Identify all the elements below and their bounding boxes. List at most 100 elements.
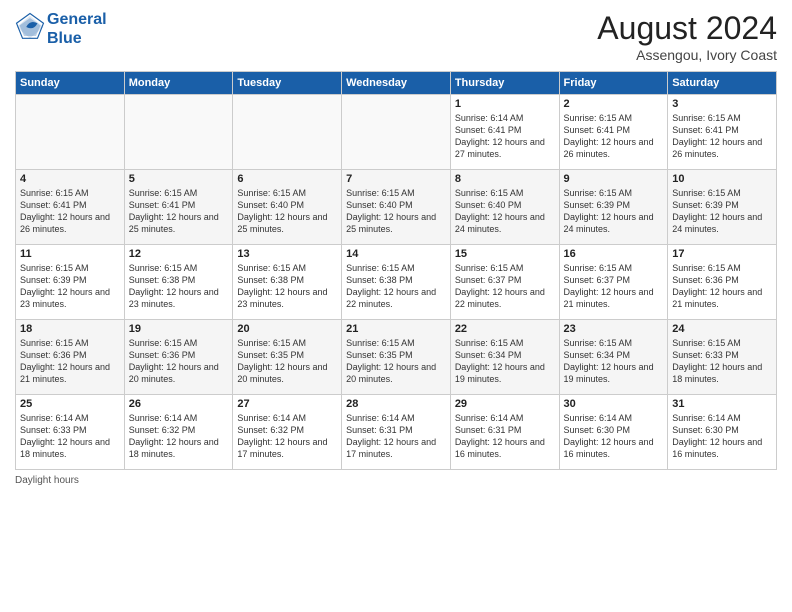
calendar-cell: 13 Sunrise: 6:15 AM Sunset: 6:38 PM Dayli… [233,245,342,320]
day-info: Sunrise: 6:15 AM Sunset: 6:41 PM Dayligh… [672,112,772,161]
calendar-cell [342,95,451,170]
calendar-cell: 24 Sunrise: 6:15 AM Sunset: 6:33 PM Dayli… [668,320,777,395]
day-info: Sunrise: 6:15 AM Sunset: 6:38 PM Dayligh… [237,262,337,311]
day-header-monday: Monday [124,72,233,95]
day-info: Sunrise: 6:14 AM Sunset: 6:41 PM Dayligh… [455,112,555,161]
calendar-cell: 10 Sunrise: 6:15 AM Sunset: 6:39 PM Dayli… [668,170,777,245]
day-number: 21 [346,323,446,335]
day-header-sunday: Sunday [16,72,125,95]
calendar-header-row: SundayMondayTuesdayWednesdayThursdayFrid… [16,72,777,95]
day-number: 10 [672,173,772,185]
day-info: Sunrise: 6:15 AM Sunset: 6:39 PM Dayligh… [672,187,772,236]
calendar-cell: 2 Sunrise: 6:15 AM Sunset: 6:41 PM Daylig… [559,95,668,170]
day-info: Sunrise: 6:15 AM Sunset: 6:37 PM Dayligh… [455,262,555,311]
day-info: Sunrise: 6:15 AM Sunset: 6:41 PM Dayligh… [564,112,664,161]
day-info: Sunrise: 6:15 AM Sunset: 6:37 PM Dayligh… [564,262,664,311]
logo: General Blue [15,10,107,48]
calendar-cell: 30Sunrise: 6:14 AM Sunset: 6:30 PM Dayli… [559,395,668,470]
day-number: 31 [672,398,772,410]
day-info: Sunrise: 6:15 AM Sunset: 6:33 PM Dayligh… [672,337,772,386]
day-header-thursday: Thursday [450,72,559,95]
calendar-cell: 25 Sunrise: 6:14 AM Sunset: 6:33 PM Dayli… [16,395,125,470]
day-number: 5 [129,173,229,185]
calendar-cell: 27 Sunrise: 6:14 AM Sunset: 6:32 PM Dayli… [233,395,342,470]
week-row-2: 11 Sunrise: 6:15 AM Sunset: 6:39 PM Dayli… [16,245,777,320]
day-number: 26 [129,398,229,410]
calendar-cell: 9Sunrise: 6:15 AM Sunset: 6:39 PM Daylig… [559,170,668,245]
day-info: Sunrise: 6:15 AM Sunset: 6:36 PM Dayligh… [20,337,120,386]
day-info: Sunrise: 6:14 AM Sunset: 6:30 PM Dayligh… [672,412,772,461]
calendar-cell: 29 Sunrise: 6:14 AM Sunset: 6:31 PM Dayli… [450,395,559,470]
calendar-cell: 1Sunrise: 6:14 AM Sunset: 6:41 PM Daylig… [450,95,559,170]
day-info: Sunrise: 6:15 AM Sunset: 6:39 PM Dayligh… [564,187,664,236]
calendar-cell: 19Sunrise: 6:15 AM Sunset: 6:36 PM Dayli… [124,320,233,395]
week-row-4: 25 Sunrise: 6:14 AM Sunset: 6:33 PM Dayli… [16,395,777,470]
calendar-cell: 22 Sunrise: 6:15 AM Sunset: 6:34 PM Dayli… [450,320,559,395]
calendar-cell: 15 Sunrise: 6:15 AM Sunset: 6:37 PM Dayli… [450,245,559,320]
day-info: Sunrise: 6:15 AM Sunset: 6:40 PM Dayligh… [455,187,555,236]
day-info: Sunrise: 6:14 AM Sunset: 6:32 PM Dayligh… [237,412,337,461]
day-number: 7 [346,173,446,185]
logo-icon [15,12,45,42]
month-year: August 2024 [597,10,777,47]
day-number: 4 [20,173,120,185]
header: General Blue August 2024 Assengou, Ivory… [15,10,777,63]
day-number: 8 [455,173,555,185]
calendar-cell: 16 Sunrise: 6:15 AM Sunset: 6:37 PM Dayli… [559,245,668,320]
footer: Daylight hours [15,475,777,486]
calendar-cell: 14Sunrise: 6:15 AM Sunset: 6:38 PM Dayli… [342,245,451,320]
day-number: 17 [672,248,772,260]
calendar-cell: 3 Sunrise: 6:15 AM Sunset: 6:41 PM Daylig… [668,95,777,170]
calendar-cell: 26Sunrise: 6:14 AM Sunset: 6:32 PM Dayli… [124,395,233,470]
day-number: 13 [237,248,337,260]
day-number: 11 [20,248,120,260]
day-header-tuesday: Tuesday [233,72,342,95]
title-block: August 2024 Assengou, Ivory Coast [597,10,777,63]
day-info: Sunrise: 6:15 AM Sunset: 6:39 PM Dayligh… [20,262,120,311]
day-info: Sunrise: 6:15 AM Sunset: 6:38 PM Dayligh… [129,262,229,311]
day-number: 27 [237,398,337,410]
calendar-cell: 5 Sunrise: 6:15 AM Sunset: 6:41 PM Daylig… [124,170,233,245]
day-info: Sunrise: 6:14 AM Sunset: 6:33 PM Dayligh… [20,412,120,461]
day-number: 16 [564,248,664,260]
day-info: Sunrise: 6:15 AM Sunset: 6:40 PM Dayligh… [237,187,337,236]
day-number: 14 [346,248,446,260]
day-number: 22 [455,323,555,335]
day-number: 25 [20,398,120,410]
day-number: 28 [346,398,446,410]
day-info: Sunrise: 6:15 AM Sunset: 6:41 PM Dayligh… [129,187,229,236]
day-number: 3 [672,98,772,110]
calendar-cell: 18 Sunrise: 6:15 AM Sunset: 6:36 PM Dayli… [16,320,125,395]
day-number: 2 [564,98,664,110]
day-header-wednesday: Wednesday [342,72,451,95]
day-number: 20 [237,323,337,335]
day-header-friday: Friday [559,72,668,95]
day-info: Sunrise: 6:15 AM Sunset: 6:40 PM Dayligh… [346,187,446,236]
day-info: Sunrise: 6:15 AM Sunset: 6:34 PM Dayligh… [455,337,555,386]
calendar-cell: 23Sunrise: 6:15 AM Sunset: 6:34 PM Dayli… [559,320,668,395]
day-number: 24 [672,323,772,335]
calendar-cell [16,95,125,170]
day-number: 15 [455,248,555,260]
daylight-label: Daylight hours [15,475,79,486]
logo-text: General Blue [47,10,107,48]
day-info: Sunrise: 6:15 AM Sunset: 6:35 PM Dayligh… [346,337,446,386]
day-number: 12 [129,248,229,260]
calendar-cell: 8 Sunrise: 6:15 AM Sunset: 6:40 PM Daylig… [450,170,559,245]
calendar-cell: 21 Sunrise: 6:15 AM Sunset: 6:35 PM Dayli… [342,320,451,395]
calendar-cell: 6Sunrise: 6:15 AM Sunset: 6:40 PM Daylig… [233,170,342,245]
calendar-cell: 11 Sunrise: 6:15 AM Sunset: 6:39 PM Dayli… [16,245,125,320]
calendar-cell: 7 Sunrise: 6:15 AM Sunset: 6:40 PM Daylig… [342,170,451,245]
location: Assengou, Ivory Coast [597,47,777,63]
calendar-cell: 20Sunrise: 6:15 AM Sunset: 6:35 PM Dayli… [233,320,342,395]
day-number: 30 [564,398,664,410]
calendar-cell: 31 Sunrise: 6:14 AM Sunset: 6:30 PM Dayli… [668,395,777,470]
calendar-cell [233,95,342,170]
day-number: 23 [564,323,664,335]
calendar: SundayMondayTuesdayWednesdayThursdayFrid… [15,71,777,470]
day-number: 29 [455,398,555,410]
calendar-cell: 4Sunrise: 6:15 AM Sunset: 6:41 PM Daylig… [16,170,125,245]
calendar-cell [124,95,233,170]
day-info: Sunrise: 6:14 AM Sunset: 6:31 PM Dayligh… [455,412,555,461]
day-number: 18 [20,323,120,335]
